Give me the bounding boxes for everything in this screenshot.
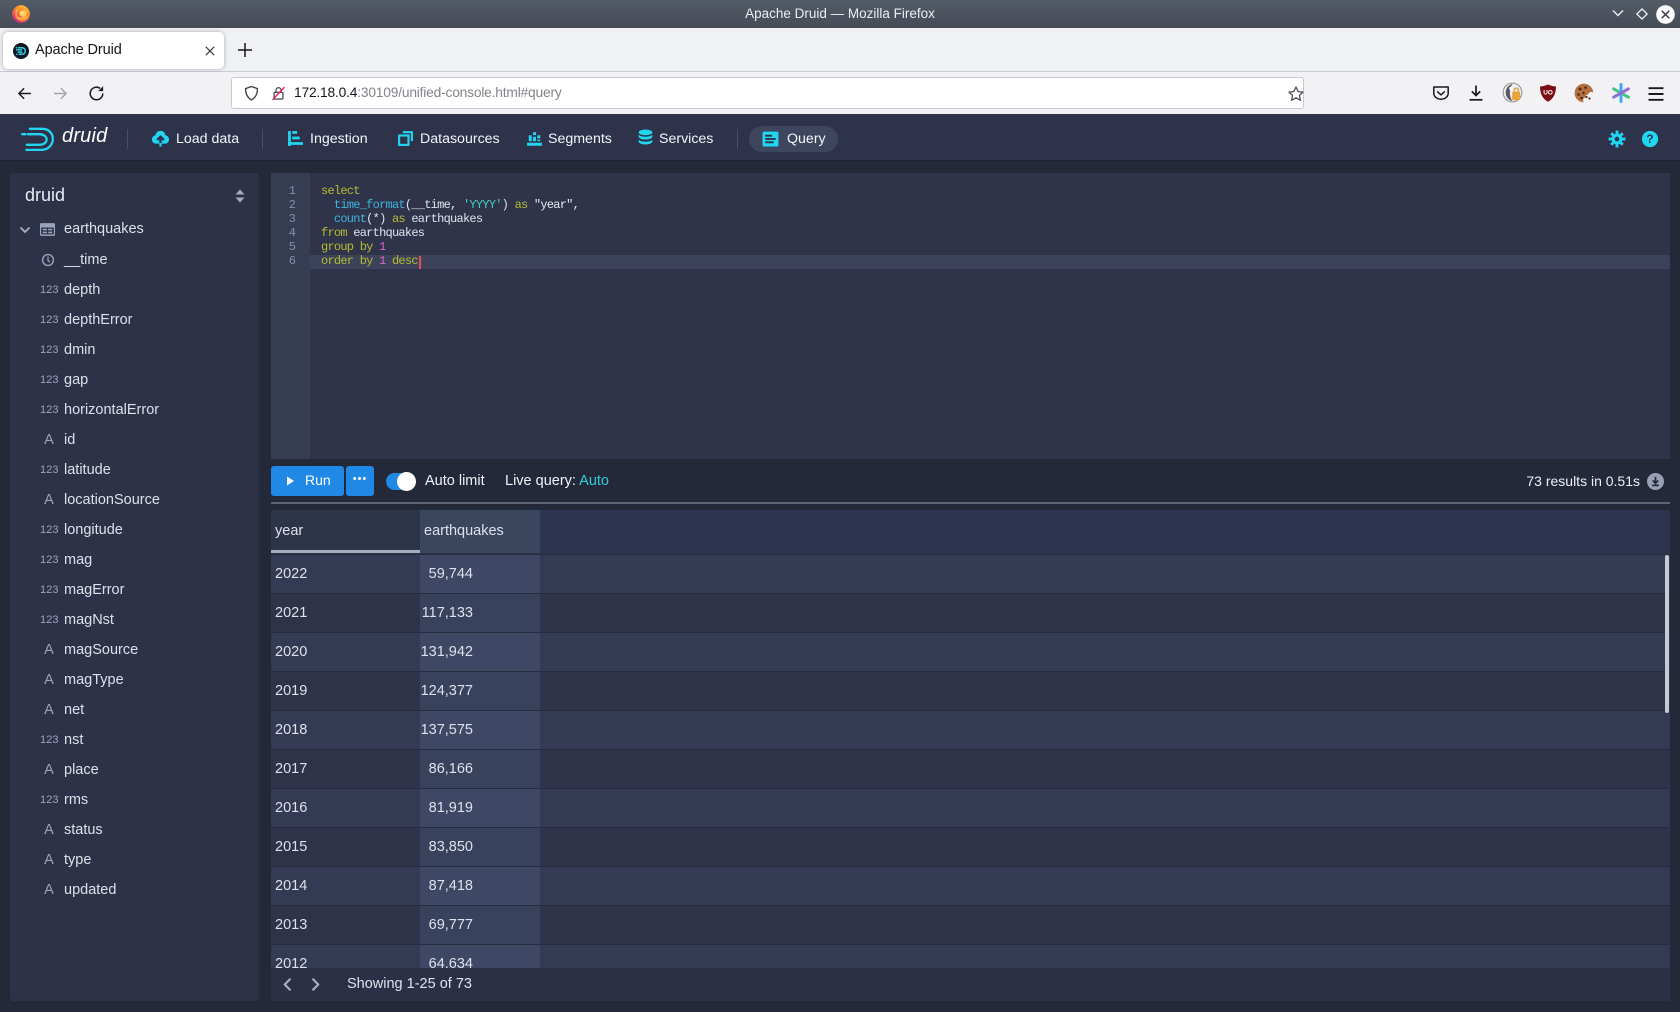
svg-text:UO: UO [1543, 90, 1553, 97]
svg-text:?: ? [1646, 133, 1653, 146]
